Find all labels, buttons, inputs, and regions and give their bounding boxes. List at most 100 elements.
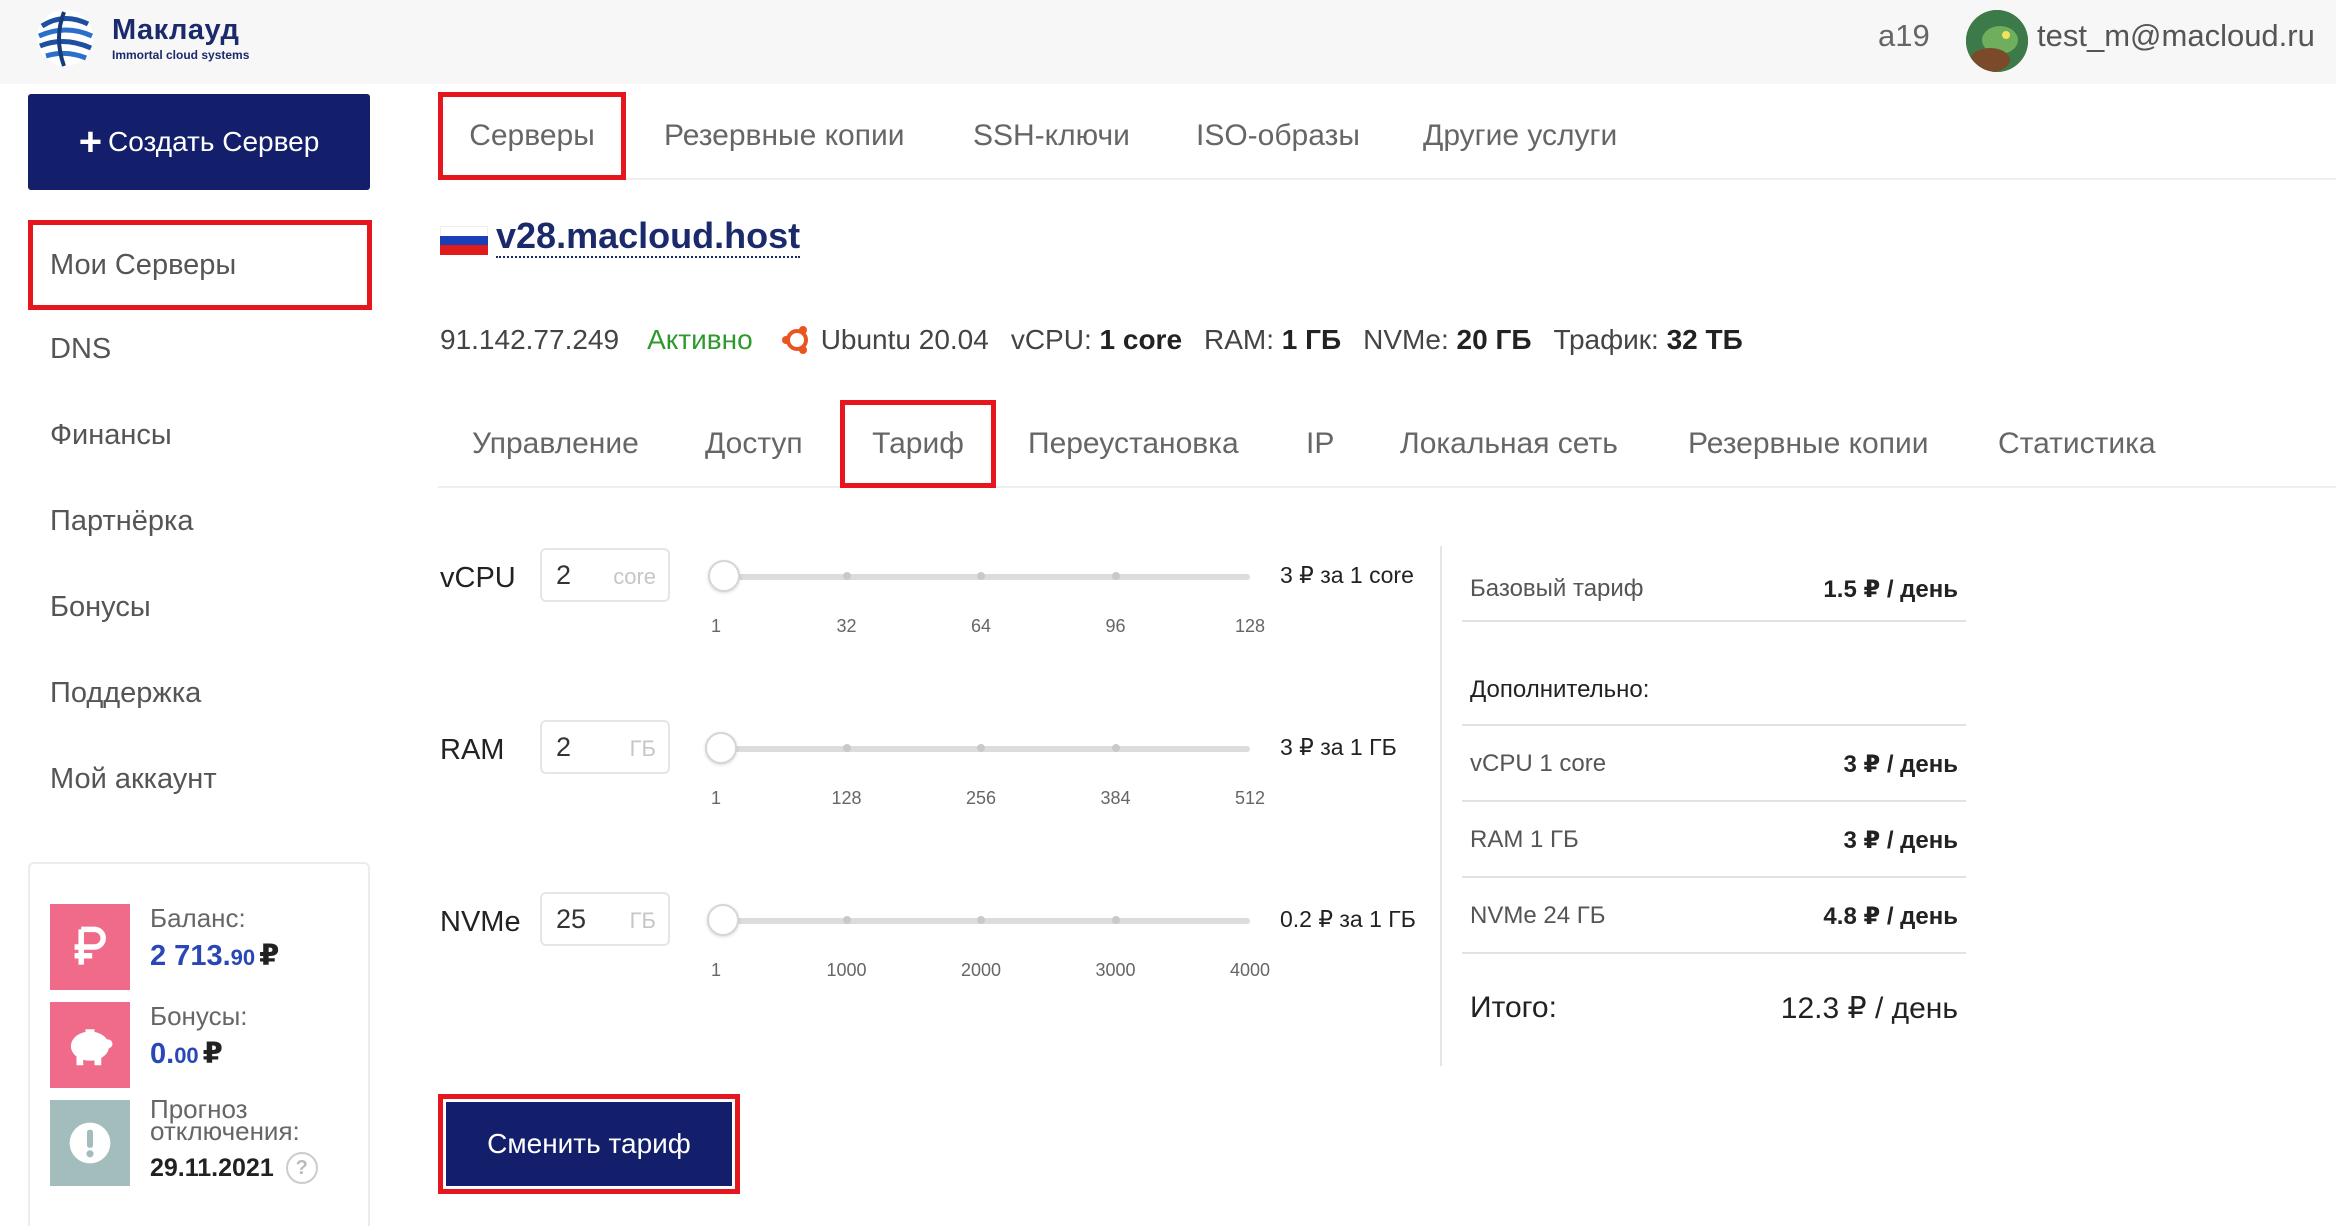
ruble-icon	[50, 904, 130, 990]
warning-icon	[50, 1100, 130, 1186]
server-ip: 91.142.77.249	[440, 324, 620, 355]
ram-slider-row: RAM 2 ГБ 3 ₽ за 1 ГБ 1 128 256 384 512	[440, 720, 1430, 810]
logo-globe-icon	[37, 10, 94, 67]
balance-value: 2 713.90 ₽	[150, 940, 280, 972]
tab-backups[interactable]: Резервные копии	[664, 92, 905, 180]
tab-other-services[interactable]: Другие услуги	[1423, 92, 1617, 180]
vcpu-slider-thumb[interactable]	[708, 560, 741, 592]
tab-statistics[interactable]: Статистика	[1998, 400, 2156, 488]
sidebar-item-bonuses[interactable]: Бонусы	[28, 564, 372, 650]
forecast-date: 29.11.2021?	[150, 1152, 318, 1184]
server-status: Активно	[647, 324, 753, 355]
vcpu-tick-label: 32	[836, 616, 857, 636]
tab-access[interactable]: Доступ	[705, 400, 803, 488]
server-info-line: 91.142.77.249 Активно Ubuntu 20.04 vCPU:…	[440, 324, 1743, 356]
summary-divider	[1440, 546, 1442, 1066]
avatar-image-icon	[1966, 10, 2028, 72]
server-hostname-link[interactable]: v28.macloud.host	[496, 216, 801, 258]
change-plan-button[interactable]: Сменить тариф	[446, 1102, 732, 1186]
vcpu-tick-label: 1	[710, 616, 722, 636]
ram-slider-tick	[1111, 744, 1120, 752]
sidebar-item-my-servers[interactable]: Мои Серверы	[28, 220, 372, 310]
top-bar: Маклауд Immortal cloud systems a19 test_…	[0, 0, 2336, 84]
sidebar-item-label: Партнёрка	[50, 504, 194, 537]
ram-tick-label: 128	[831, 788, 862, 808]
sidebar-item-label: Бонусы	[50, 590, 151, 623]
plus-icon: +	[78, 120, 103, 164]
ram-tick-label: 384	[1100, 788, 1131, 808]
base-tariff-row: Базовый тариф 1.5 ₽ / день	[1470, 575, 1958, 603]
vcpu-slider-tick	[1111, 572, 1120, 580]
spec-nvme: NVMe: 20 ГБ	[1363, 324, 1532, 355]
user-email[interactable]: test_m@macloud.ru	[2037, 18, 2315, 54]
tab-iso-images[interactable]: ISO-образы	[1196, 92, 1360, 180]
piggy-bank-icon	[50, 1002, 130, 1088]
summary-divider-line	[1462, 952, 1966, 954]
vcpu-input[interactable]: 2 core	[540, 548, 670, 602]
avatar[interactable]	[1966, 10, 2028, 72]
nvme-slider-tick	[842, 916, 851, 924]
vcpu-slider-row: vCPU 2 core 3 ₽ за 1 core 1 32 64 96 128	[440, 548, 1430, 638]
tab-servers[interactable]: Серверы	[438, 92, 626, 180]
tab-ssh-keys[interactable]: SSH-ключи	[973, 92, 1130, 180]
sidebar-item-label: Мои Серверы	[50, 248, 237, 281]
extra-label: Дополнительно:	[1470, 676, 1650, 703]
bonus-value: 0.00 ₽	[150, 1038, 223, 1070]
tab-local-network[interactable]: Локальная сеть	[1400, 400, 1618, 488]
extra-row-vcpu: vCPU 1 core 3 ₽ / день	[1470, 750, 1958, 778]
ram-input[interactable]: 2 ГБ	[540, 720, 670, 774]
ram-slider-tick	[977, 744, 985, 752]
sidebar-item-account[interactable]: Мой аккаунт	[28, 736, 372, 822]
create-server-label: Создать Сервер	[108, 126, 320, 157]
summary-divider-line	[1462, 620, 1966, 622]
brand-tagline: Immortal cloud systems	[112, 48, 250, 62]
nvme-price: 0.2 ₽ за 1 ГБ	[1280, 906, 1416, 932]
ram-tick-label: 512	[1234, 788, 1266, 808]
summary-divider-line	[1462, 724, 1966, 726]
vcpu-tick-label: 128	[1234, 616, 1266, 636]
vcpu-slider[interactable]	[708, 560, 1250, 592]
total-row: Итого: 12.3 ₽ / день	[1470, 991, 1958, 1025]
balance-card: Баланс: 2 713.90 ₽ Бонусы: 0.00 ₽ Прогноз о…	[28, 862, 370, 1226]
nvme-tick-label: 3000	[1095, 960, 1136, 980]
create-server-button[interactable]: + Создать Сервер	[28, 94, 370, 190]
server-os: Ubuntu 20.04	[781, 324, 989, 356]
nvme-slider-thumb[interactable]	[707, 904, 740, 936]
help-icon[interactable]: ?	[285, 1152, 318, 1184]
sidebar-item-partners[interactable]: Партнёрка	[28, 478, 372, 564]
ram-tick-label: 256	[965, 788, 997, 808]
tab-backups-server[interactable]: Резервные копии	[1688, 400, 1929, 488]
tab-management[interactable]: Управление	[472, 400, 639, 488]
change-plan-highlight: Сменить тариф	[438, 1094, 740, 1194]
vcpu-label: vCPU	[440, 562, 516, 594]
sidebar-item-dns[interactable]: DNS	[28, 306, 372, 392]
sidebar-nav: Мои Серверы DNS Финансы Партнёрка Бонусы…	[28, 220, 372, 822]
tab-ip[interactable]: IP	[1306, 400, 1334, 488]
ram-tick-label: 1	[710, 788, 722, 808]
balance-label: Баланс:	[150, 903, 246, 933]
ram-price: 3 ₽ за 1 ГБ	[1280, 734, 1397, 760]
nvme-slider[interactable]	[707, 904, 1250, 936]
brand-logo[interactable]: Маклауд Immortal cloud systems	[34, 6, 249, 70]
sidebar-item-label: DNS	[50, 332, 112, 365]
ram-slider-thumb[interactable]	[705, 732, 738, 764]
summary-divider-line	[1462, 800, 1966, 802]
nvme-slider-tick	[977, 916, 985, 924]
nvme-input[interactable]: 25 ГБ	[540, 892, 670, 946]
brand-name: Маклауд	[112, 14, 240, 46]
ram-label: RAM	[440, 734, 505, 766]
tab-tariff[interactable]: Тариф	[840, 400, 996, 488]
forecast-row: Прогноз отключения: 29.11.2021?	[50, 1096, 318, 1186]
extra-row-ram: RAM 1 ГБ 3 ₽ / день	[1470, 826, 1958, 854]
ram-slider[interactable]	[705, 732, 1250, 764]
summary-divider-line	[1462, 876, 1966, 878]
nvme-tick-label: 1000	[826, 960, 867, 980]
balance-row: Баланс: 2 713.90 ₽	[50, 904, 279, 990]
sidebar-item-label: Мой аккаунт	[50, 762, 217, 795]
tab-reinstall[interactable]: Переустановка	[1028, 400, 1239, 488]
sidebar-item-support[interactable]: Поддержка	[28, 650, 372, 736]
russia-flag-icon	[440, 226, 488, 255]
extra-row-nvme: NVMe 24 ГБ 4.8 ₽ / день	[1470, 902, 1958, 930]
sidebar-item-finance[interactable]: Финансы	[28, 392, 372, 478]
nvme-label: NVMe	[440, 906, 521, 938]
